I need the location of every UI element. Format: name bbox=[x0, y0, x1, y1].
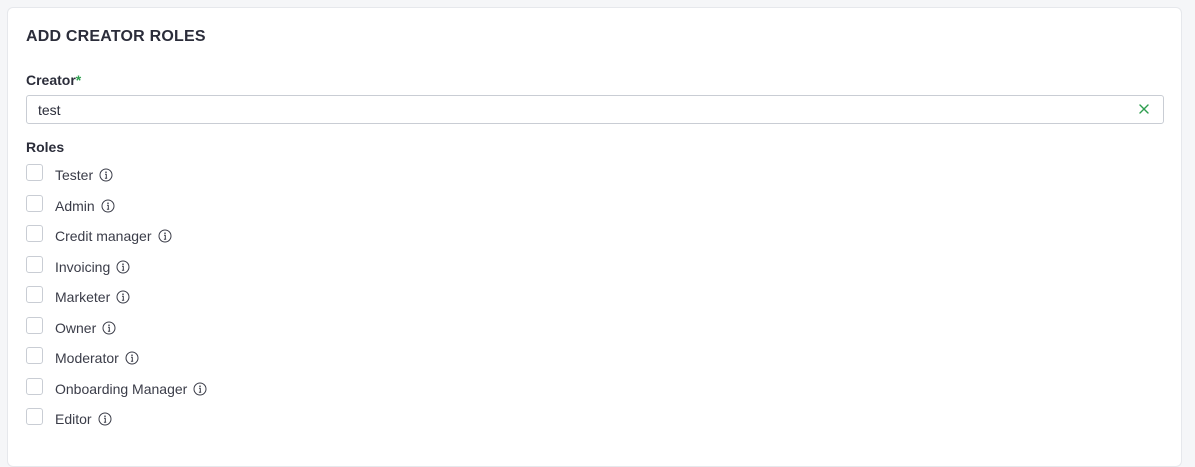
info-icon[interactable] bbox=[116, 290, 130, 304]
role-item-owner: Owner bbox=[26, 316, 207, 347]
role-item-moderator: Moderator bbox=[26, 346, 207, 377]
info-icon[interactable] bbox=[116, 260, 130, 274]
role-item-admin: Admin bbox=[26, 194, 207, 225]
role-item-credit-manager: Credit manager bbox=[26, 224, 207, 255]
role-checkbox-admin[interactable] bbox=[26, 194, 43, 212]
role-checkbox-editor[interactable] bbox=[26, 408, 43, 425]
role-label: Editor bbox=[55, 411, 92, 427]
close-icon bbox=[1139, 104, 1149, 114]
role-checkbox-credit-manager[interactable] bbox=[26, 225, 43, 242]
role-label: Owner bbox=[55, 319, 97, 336]
role-label: Credit manager bbox=[55, 228, 152, 244]
page-title: ADD CREATOR ROLES bbox=[26, 28, 206, 45]
role-item-marketer: Marketer bbox=[26, 285, 207, 316]
info-icon[interactable] bbox=[101, 199, 115, 213]
info-icon[interactable] bbox=[193, 382, 207, 396]
role-checkbox-marketer[interactable] bbox=[26, 286, 43, 303]
role-checkbox-onboarding-manager[interactable] bbox=[26, 377, 43, 395]
roles-list: Tester Admin Credit manager Invoicing Ma… bbox=[26, 163, 207, 438]
role-checkbox-tester[interactable] bbox=[26, 164, 43, 181]
role-checkbox-moderator[interactable] bbox=[26, 347, 43, 364]
role-label: Tester bbox=[55, 167, 94, 183]
info-icon[interactable] bbox=[99, 168, 113, 182]
creator-label-text: Creator bbox=[26, 72, 76, 88]
info-icon[interactable] bbox=[98, 412, 112, 426]
roles-field-label: Roles bbox=[26, 139, 65, 155]
role-item-invoicing: Invoicing bbox=[26, 255, 207, 286]
creator-input-container bbox=[26, 95, 1164, 124]
role-item-onboarding-manager: Onboarding Manager bbox=[26, 377, 207, 408]
add-creator-roles-card: ADD CREATOR ROLES Creator* Roles Tester … bbox=[7, 7, 1182, 467]
role-label: Marketer bbox=[55, 289, 111, 305]
role-label: Onboarding Manager bbox=[55, 380, 188, 397]
clear-creator-button[interactable] bbox=[1137, 102, 1151, 116]
role-item-editor: Editor bbox=[26, 407, 207, 438]
role-label: Invoicing bbox=[55, 258, 111, 275]
role-checkbox-owner[interactable] bbox=[26, 316, 43, 334]
role-checkbox-invoicing[interactable] bbox=[26, 255, 43, 273]
role-label: Moderator bbox=[55, 350, 119, 366]
role-item-tester: Tester bbox=[26, 163, 207, 194]
role-label: Admin bbox=[55, 197, 95, 214]
creator-field-label: Creator* bbox=[26, 72, 81, 88]
required-marker: * bbox=[75, 72, 82, 88]
creator-input[interactable] bbox=[38, 96, 1128, 123]
info-icon[interactable] bbox=[158, 229, 172, 243]
info-icon[interactable] bbox=[125, 351, 139, 365]
info-icon[interactable] bbox=[102, 321, 116, 335]
